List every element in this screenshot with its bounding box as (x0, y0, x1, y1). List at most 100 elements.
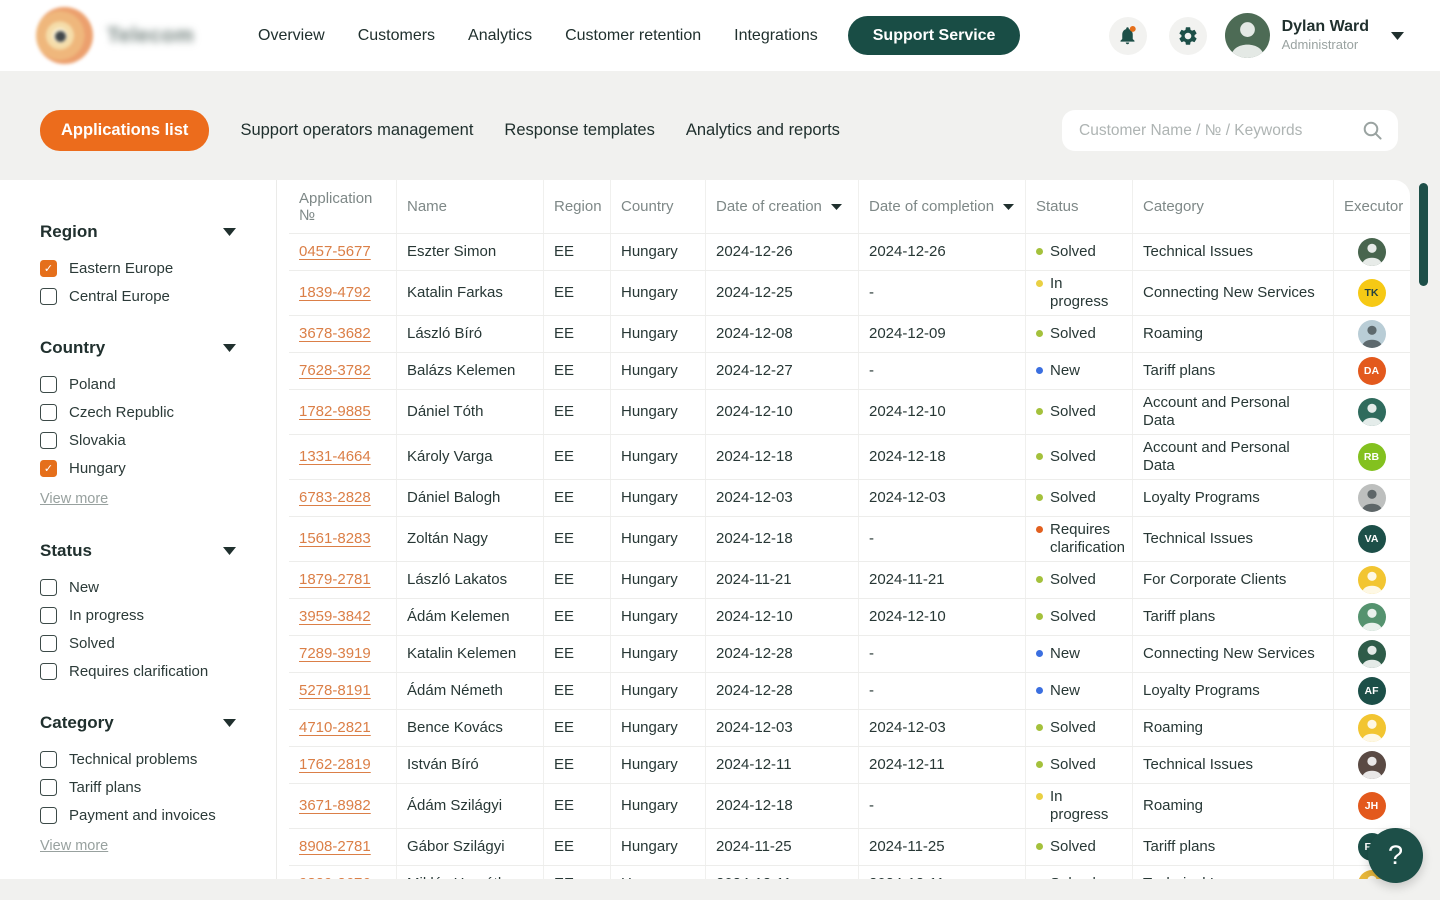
cell-country: Hungary (611, 784, 706, 828)
tab-applications-list[interactable]: Applications list (40, 110, 209, 151)
application-link[interactable]: 5278-8191 (299, 682, 371, 700)
checkbox[interactable] (40, 404, 57, 421)
help-button[interactable]: ? (1368, 828, 1423, 883)
filter-option-slovakia[interactable]: Slovakia (40, 432, 236, 449)
filter-option-czech-republic[interactable]: Czech Republic (40, 404, 236, 421)
application-link[interactable]: 1879-2781 (299, 571, 371, 589)
application-link[interactable]: 1839-4792 (299, 284, 371, 302)
checkbox[interactable] (40, 751, 57, 768)
user-meta: Dylan Ward Administrator (1282, 17, 1369, 53)
column-header-application: Application № (289, 180, 397, 233)
filter-option-in-progress[interactable]: In progress (40, 607, 236, 624)
nav-item-overview[interactable]: Overview (258, 27, 325, 45)
status-dot (1036, 843, 1043, 850)
application-link[interactable]: 3959-3842 (299, 608, 371, 626)
filter-option-hungary[interactable]: ✓Hungary (40, 460, 236, 477)
settings-button[interactable] (1169, 17, 1207, 55)
tab-response-templates[interactable]: Response templates (504, 121, 654, 140)
table-row: 0457-5677Eszter SimonEEHungary2024-12-26… (289, 234, 1410, 271)
cell-status: New (1026, 673, 1133, 709)
filter-option-solved[interactable]: Solved (40, 635, 236, 652)
filter-option-eastern-europe[interactable]: ✓Eastern Europe (40, 260, 236, 277)
checkbox[interactable] (40, 288, 57, 305)
application-link[interactable]: 8908-2781 (299, 838, 371, 856)
user-role: Administrator (1282, 37, 1369, 53)
cell-date-of-completion: 2024-11-25 (859, 829, 1026, 865)
search-input[interactable] (1062, 110, 1398, 151)
scrollbar-thumb[interactable] (1419, 183, 1428, 286)
checkbox[interactable] (40, 663, 57, 680)
cell-status: New (1026, 636, 1133, 672)
application-link[interactable]: 1762-2819 (299, 756, 371, 774)
notifications-button[interactable] (1109, 17, 1147, 55)
filter-group-header[interactable]: Region (40, 222, 236, 242)
filter-option-technical-problems[interactable]: Technical problems (40, 751, 236, 768)
application-link[interactable]: 1782-9885 (299, 403, 371, 421)
checkbox[interactable] (40, 635, 57, 652)
application-link[interactable]: 3678-3682 (299, 325, 371, 343)
checkbox[interactable]: ✓ (40, 260, 57, 277)
application-link[interactable]: 9829-2676 (299, 875, 371, 879)
checkbox[interactable] (40, 607, 57, 624)
cell-application-no: 7289-3919 (289, 636, 397, 672)
filter-option-central-europe[interactable]: Central Europe (40, 288, 236, 305)
cell-name: Ádám Kelemen (397, 599, 544, 635)
filter-group-header[interactable]: Status (40, 541, 236, 561)
status-badge: Solved (1036, 571, 1096, 589)
application-link[interactable]: 3671-8982 (299, 797, 371, 815)
header: Telecom OverviewCustomersAnalyticsCustom… (0, 0, 1440, 71)
avatar-photo (1358, 640, 1386, 668)
checkbox[interactable] (40, 432, 57, 449)
cell-category: Connecting New Services (1133, 271, 1334, 315)
checkbox[interactable] (40, 779, 57, 796)
cell-date-of-completion: - (859, 784, 1026, 828)
filter-group-header[interactable]: Country (40, 338, 236, 358)
filter-option-payment-and-invoices[interactable]: Payment and invoices (40, 807, 236, 824)
view-more-link[interactable]: View more (40, 491, 108, 507)
checkbox[interactable]: ✓ (40, 460, 57, 477)
checkbox[interactable] (40, 579, 57, 596)
application-link[interactable]: 1561-8283 (299, 530, 371, 548)
cell-date-of-creation: 2024-12-03 (706, 710, 859, 746)
tab-support-operators-management[interactable]: Support operators management (240, 121, 473, 140)
filter-option-poland[interactable]: Poland (40, 376, 236, 393)
cell-region: EE (544, 562, 611, 598)
nav-item-integrations[interactable]: Integrations (734, 27, 818, 45)
cell-executor (1334, 390, 1409, 434)
application-link[interactable]: 1331-4664 (299, 448, 371, 466)
filter-option-label: Tariff plans (69, 779, 141, 796)
cell-application-no: 3959-3842 (289, 599, 397, 635)
nav-item-customers[interactable]: Customers (358, 27, 435, 45)
filter-group-title: Status (40, 541, 92, 561)
filter-option-tariff-plans[interactable]: Tariff plans (40, 779, 236, 796)
checkbox[interactable] (40, 807, 57, 824)
tab-analytics-and-reports[interactable]: Analytics and reports (686, 121, 840, 140)
view-more-link[interactable]: View more (40, 838, 108, 854)
filter-group-header[interactable]: Category (40, 713, 236, 733)
application-link[interactable]: 7628-3782 (299, 362, 371, 380)
application-link[interactable]: 4710-2821 (299, 719, 371, 737)
status-badge: In progress (1036, 788, 1122, 824)
column-header-date-of-completion[interactable]: Date of completion (859, 180, 1026, 233)
cell-executor (1334, 710, 1409, 746)
cell-category: Connecting New Services (1133, 636, 1334, 672)
application-link[interactable]: 6783-2828 (299, 489, 371, 507)
cell-date-of-creation: 2024-12-03 (706, 480, 859, 516)
filter-option-new[interactable]: New (40, 579, 236, 596)
nav-item-analytics[interactable]: Analytics (468, 27, 532, 45)
status-dot (1036, 526, 1043, 533)
cell-name: Balázs Kelemen (397, 353, 544, 389)
user-menu[interactable]: Dylan Ward Administrator (1225, 13, 1404, 58)
application-link[interactable]: 0457-5677 (299, 243, 371, 261)
column-header-label: Country (621, 198, 674, 215)
nav-item-customer-retention[interactable]: Customer retention (565, 27, 701, 45)
cell-status: Solved (1026, 390, 1133, 434)
cell-name: Dániel Balogh (397, 480, 544, 516)
support-service-button[interactable]: Support Service (848, 16, 1021, 55)
application-link[interactable]: 7289-3919 (299, 645, 371, 663)
column-header-date-of-creation[interactable]: Date of creation (706, 180, 859, 233)
cell-country: Hungary (611, 710, 706, 746)
search-icon[interactable] (1362, 120, 1383, 146)
checkbox[interactable] (40, 376, 57, 393)
filter-option-requires-clarification[interactable]: Requires clarification (40, 663, 236, 680)
